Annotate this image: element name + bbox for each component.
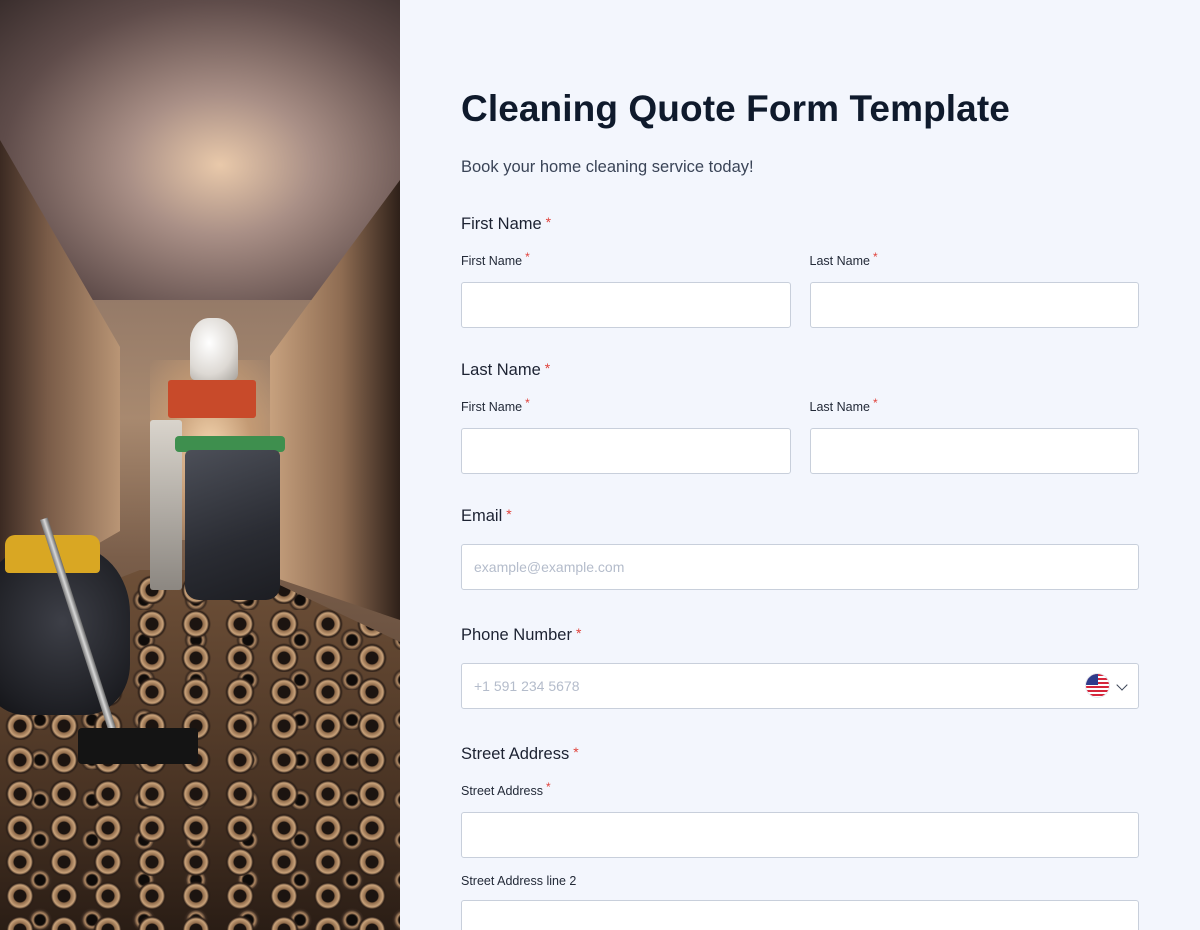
last-name-sublabel: Last Name: [809, 400, 870, 414]
first-name-row: First Name * Last Name *: [461, 250, 1140, 328]
required-marker: *: [546, 780, 551, 794]
photo-cleaning-cart: [150, 318, 290, 610]
first-name-sublabel-row: First Name *: [461, 250, 791, 270]
required-marker: *: [506, 506, 512, 522]
street-address-line2-label-row: Street Address line 2: [461, 872, 1139, 890]
last-name-row: First Name * Last Name *: [461, 396, 1140, 474]
street-address-section: Street Address * Street Address * Street A…: [461, 743, 1139, 930]
photo-crate: [168, 380, 256, 418]
phone-label-row: Phone Number *: [461, 624, 1139, 646]
street-address-line1-label: Street Address: [461, 784, 543, 798]
last-name-last-col: Last Name *: [809, 396, 1140, 474]
us-flag-icon[interactable]: [1086, 674, 1109, 697]
hero-photo: [0, 0, 400, 930]
first-name-last-sublabel-row: Last Name *: [809, 250, 1140, 270]
required-marker: *: [872, 250, 878, 264]
last-name-section: Last Name * First Name * Last Name *: [461, 359, 1139, 474]
street-address-line1-input[interactable]: [461, 812, 1139, 858]
photo-plastic-bag: [190, 318, 238, 380]
email-section: Email *: [461, 505, 1139, 590]
last-name-first-input[interactable]: [461, 428, 791, 474]
email-label: Email: [461, 506, 503, 525]
required-marker: *: [575, 625, 582, 641]
first-name-sublabel: First Name: [461, 400, 523, 414]
us-flag-canton: [1086, 674, 1098, 685]
quote-form: Cleaning Quote Form Template Book your h…: [400, 0, 1200, 930]
required-marker: *: [872, 396, 878, 410]
last-name-first-col: First Name *: [461, 396, 791, 474]
photo-cart-bag: [185, 450, 280, 600]
phone-input-wrap: [461, 663, 1139, 709]
first-name-col: First Name *: [461, 250, 791, 328]
required-marker: *: [525, 396, 530, 410]
phone-label: Phone Number: [461, 625, 572, 644]
photo-vacuum-head: [78, 728, 198, 764]
first-name-sublabel: First Name: [461, 254, 523, 268]
last-name-section-label: Last Name: [461, 360, 541, 379]
last-name-sublabel: Last Name: [809, 254, 870, 268]
required-marker: *: [544, 360, 551, 376]
street-address-line2-input[interactable]: [461, 900, 1139, 930]
required-marker: *: [573, 744, 579, 760]
street-address-line2-label: Street Address line 2: [461, 874, 577, 888]
phone-section: Phone Number *: [461, 624, 1139, 709]
required-marker: *: [545, 214, 552, 230]
first-name-last-input[interactable]: [809, 282, 1139, 328]
required-marker: *: [525, 250, 530, 264]
last-name-section-label-row: Last Name *: [461, 359, 1139, 381]
phone-field[interactable]: [461, 663, 1139, 709]
email-label-row: Email *: [461, 505, 1139, 527]
form-title: Cleaning Quote Form Template: [461, 88, 1010, 129]
first-name-first-input[interactable]: [461, 282, 791, 328]
first-name-section-label-row: First Name *: [461, 213, 1139, 235]
street-address-line1-label-row: Street Address *: [461, 780, 1139, 800]
form-subtitle: Book your home cleaning service today!: [461, 158, 754, 176]
last-name-first-sublabel-row: First Name *: [461, 396, 791, 416]
street-address-label: Street Address: [461, 744, 570, 763]
last-name-last-sublabel-row: Last Name *: [809, 396, 1140, 416]
first-name-section: First Name * First Name * Last Name *: [461, 213, 1139, 328]
email-field[interactable]: [461, 544, 1139, 590]
street-address-label-row: Street Address *: [461, 743, 1139, 765]
last-name-last-input[interactable]: [809, 428, 1139, 474]
first-name-section-label: First Name: [461, 214, 542, 233]
first-name-last-col: Last Name *: [809, 250, 1140, 328]
